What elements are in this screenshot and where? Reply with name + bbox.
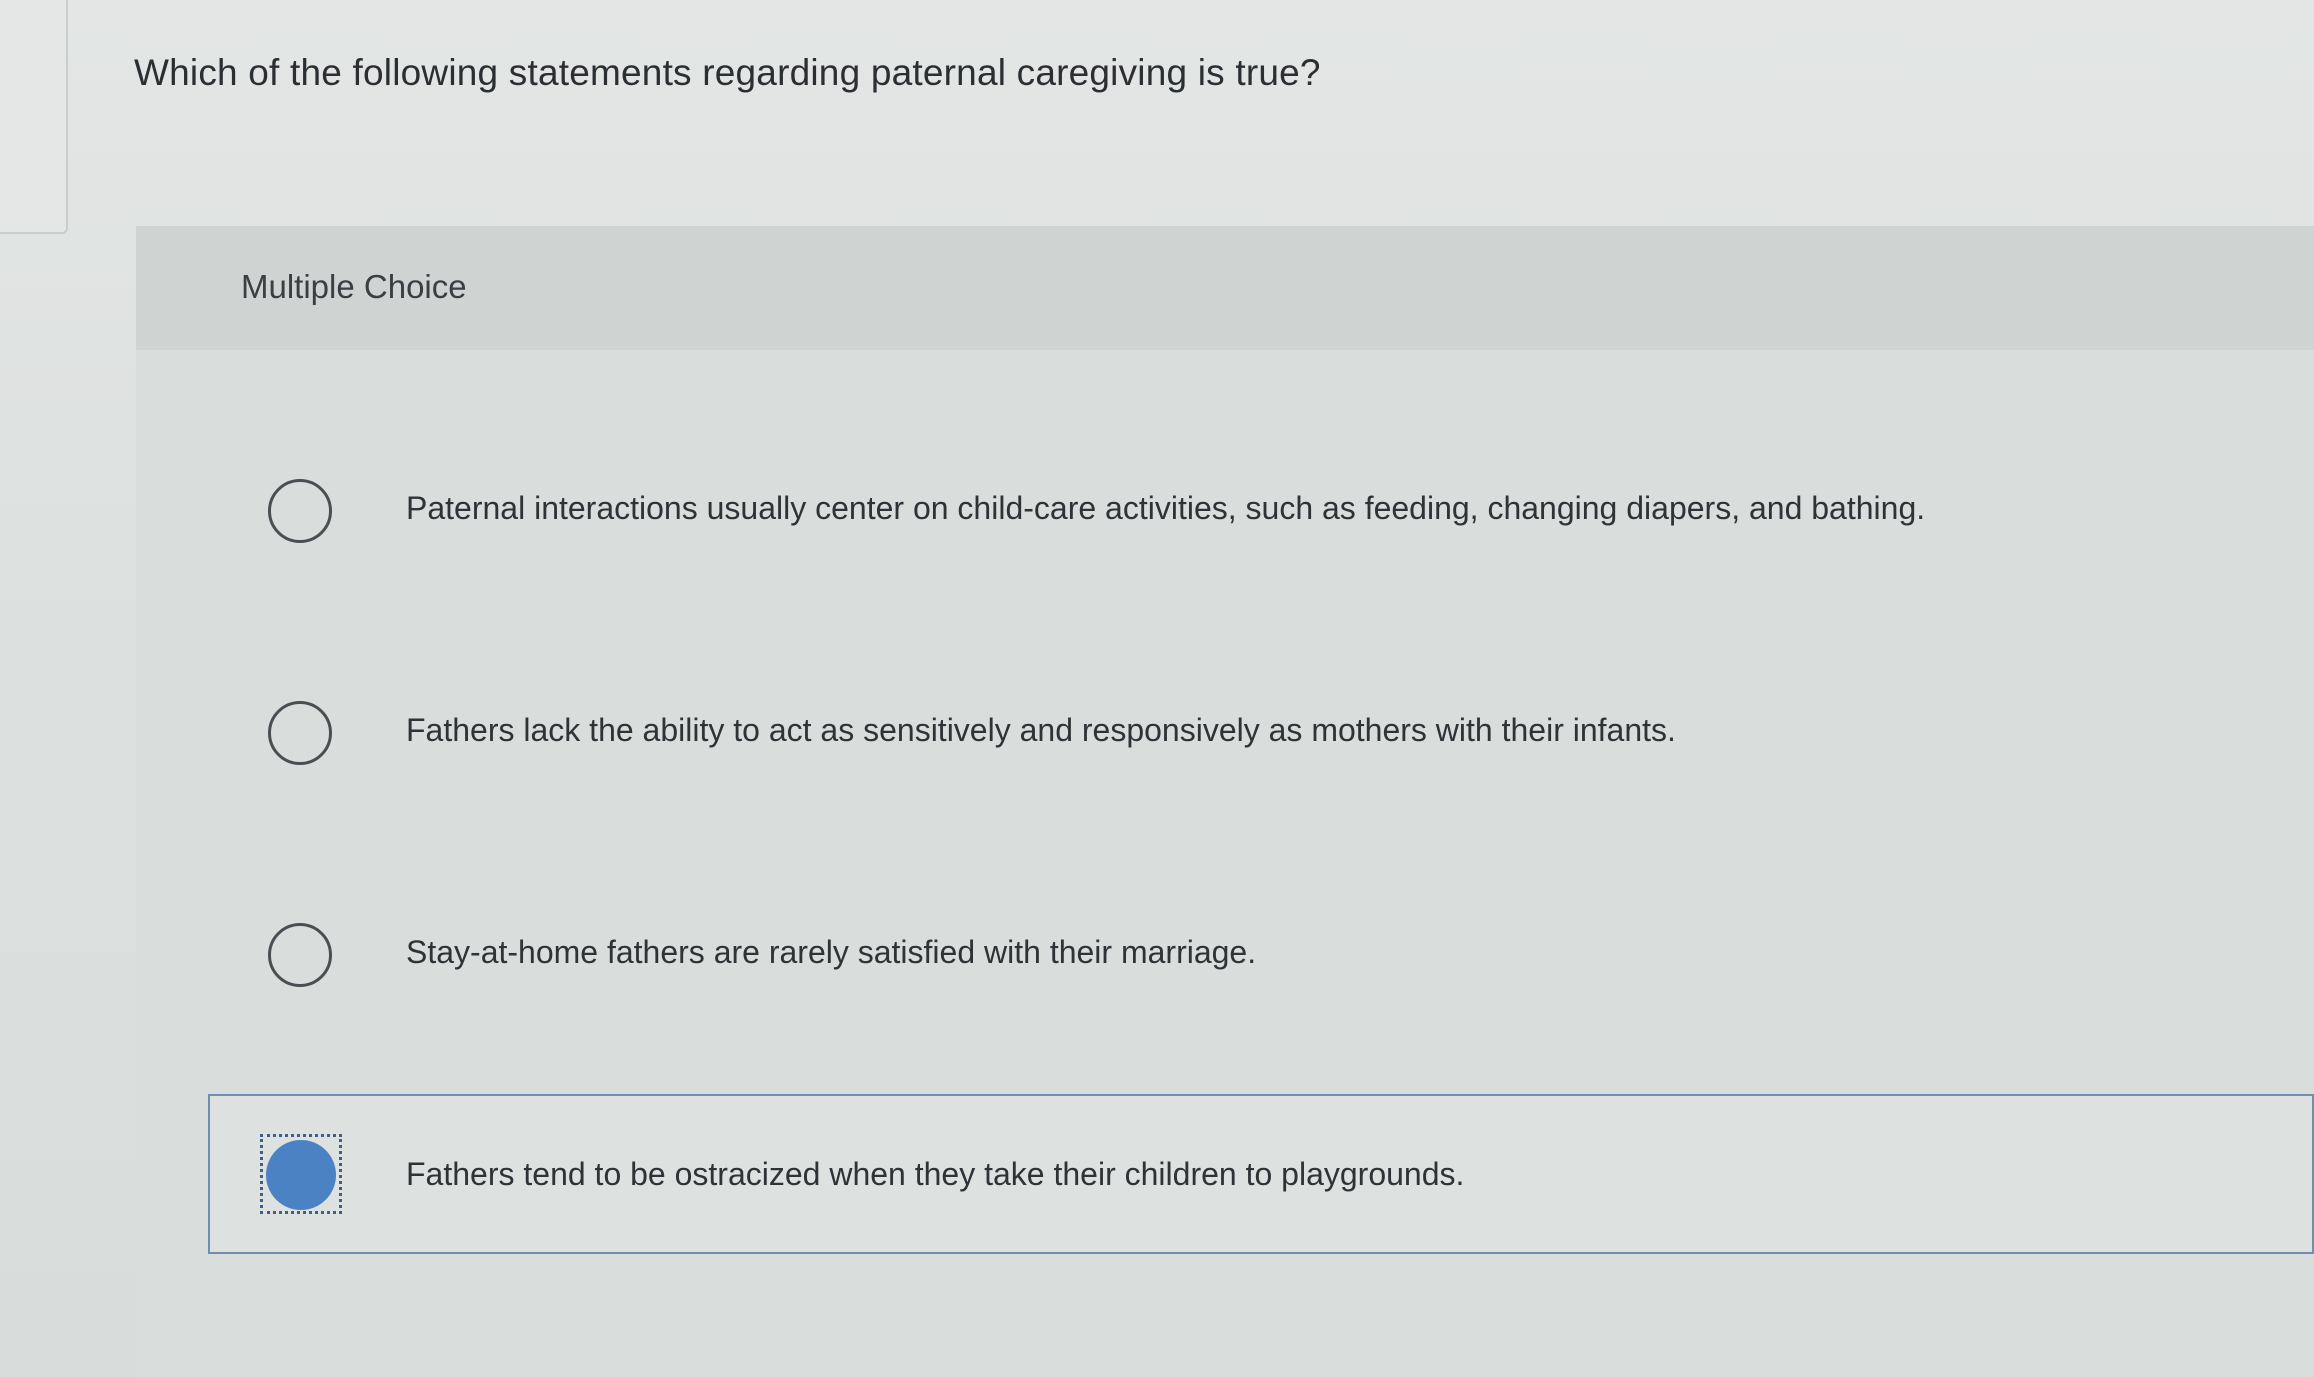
answer-option-3[interactable]: Stay-at-home fathers are rarely satisfie… [208,877,2314,1035]
radio-button-selected-icon[interactable] [266,1140,336,1210]
radio-button-icon[interactable] [268,701,332,765]
quiz-page: Which of the following statements regard… [0,0,2314,1377]
multiple-choice-card: Multiple Choice Paternal interactions us… [136,226,2314,1377]
answer-option-label: Stay-at-home fathers are rarely satisfie… [406,934,1257,970]
answer-option-label: Fathers lack the ability to act as sensi… [406,712,1676,748]
card-header: Multiple Choice [136,226,2314,350]
radio-button-icon[interactable] [268,923,332,987]
answer-option-2[interactable]: Fathers lack the ability to act as sensi… [208,655,2314,813]
question-type-label: Multiple Choice [241,268,467,305]
side-panel-tab[interactable] [0,0,68,234]
question-text: Which of the following statements regard… [134,52,1321,93]
answer-option-label: Paternal interactions usually center on … [406,490,1926,526]
answer-option-4-selected[interactable]: Fathers tend to be ostracized when they … [208,1094,2314,1254]
answer-option-1[interactable]: Paternal interactions usually center on … [208,433,2314,591]
radio-button-icon[interactable] [268,479,332,543]
answer-option-label: Fathers tend to be ostracized when they … [406,1156,1465,1192]
